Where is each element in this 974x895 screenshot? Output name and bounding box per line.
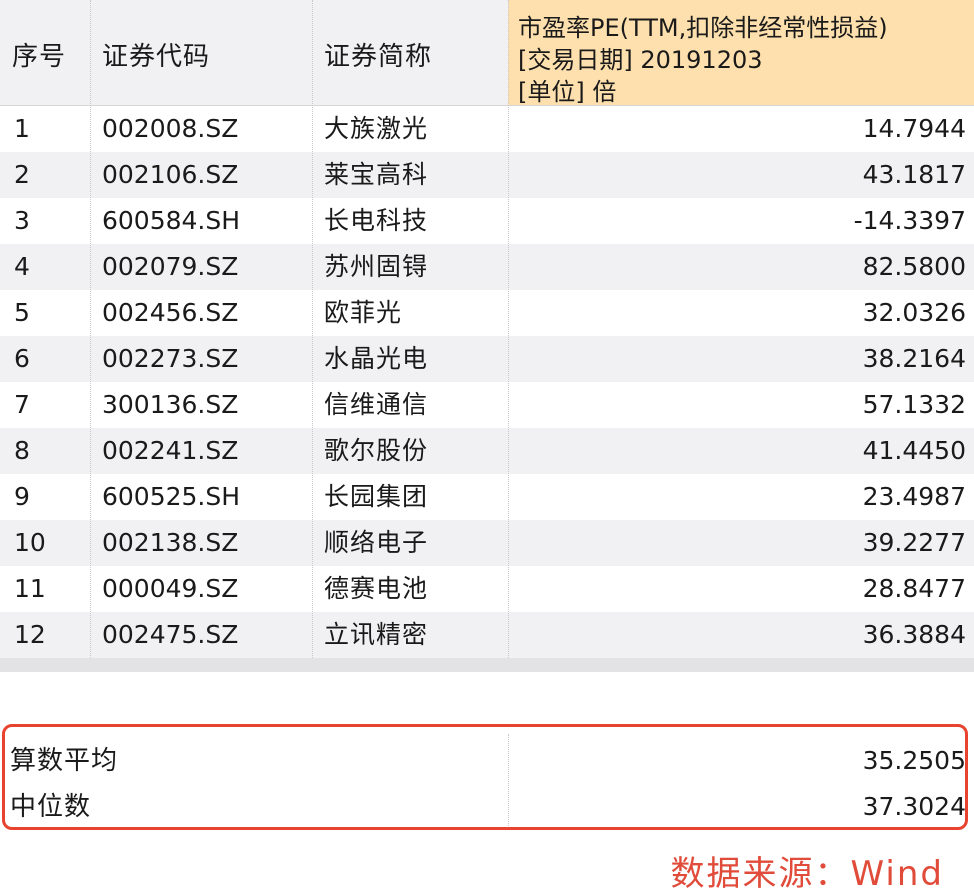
column-divider <box>508 0 509 658</box>
table-row[interactable]: 12 002475.SZ 立讯精密 36.3884 <box>0 612 974 658</box>
header-code[interactable]: 证券代码 <box>90 0 312 106</box>
table-row[interactable]: 1 002008.SZ 大族激光 14.7944 <box>0 106 974 152</box>
pe-value: 36.3884 <box>862 620 966 649</box>
row-number: 4 <box>14 252 30 281</box>
pe-value: 82.5800 <box>862 252 966 281</box>
table-row[interactable]: 9 600525.SH 长园集团 23.4987 <box>0 474 974 520</box>
pe-value: 43.1817 <box>862 160 966 189</box>
column-divider <box>312 0 313 658</box>
row-number: 11 <box>14 574 46 603</box>
table-row[interactable]: 10 002138.SZ 顺络电子 39.2277 <box>0 520 974 566</box>
security-code: 000049.SZ <box>102 574 239 603</box>
security-name: 长园集团 <box>324 482 429 511</box>
row-number: 10 <box>14 528 46 557</box>
security-code: 600525.SH <box>102 482 241 511</box>
security-name: 德赛电池 <box>324 574 429 603</box>
security-name: 信维通信 <box>324 390 429 419</box>
summary-highlight-box <box>2 724 968 830</box>
pe-value: 39.2277 <box>862 528 966 557</box>
table-row[interactable]: 4 002079.SZ 苏州固锝 82.5800 <box>0 244 974 290</box>
security-name: 苏州固锝 <box>324 252 429 281</box>
row-number: 2 <box>14 160 30 189</box>
table-row[interactable]: 8 002241.SZ 歌尔股份 41.4450 <box>0 428 974 474</box>
data-source-note: 数据来源：Wind <box>670 854 944 894</box>
security-code: 600584.SH <box>102 206 241 235</box>
pe-value: 23.4987 <box>862 482 966 511</box>
security-name: 大族激光 <box>324 114 429 143</box>
header-pe[interactable]: 市盈率PE(TTM,扣除非经常性损益) [交易日期] 20191203 [单位]… <box>508 0 974 106</box>
row-number: 7 <box>14 390 30 419</box>
row-number: 1 <box>14 114 30 143</box>
header-pe-date: [交易日期] 20191203 <box>518 46 763 74</box>
section-gap <box>0 658 974 672</box>
table-row[interactable]: 3 600584.SH 长电科技 -14.3397 <box>0 198 974 244</box>
security-code: 002138.SZ <box>102 528 239 557</box>
table-row[interactable]: 6 002273.SZ 水晶光电 38.2164 <box>0 336 974 382</box>
pe-value: 14.7944 <box>862 114 966 143</box>
security-name: 长电科技 <box>324 206 429 235</box>
security-code: 002008.SZ <box>102 114 239 143</box>
pe-value: 57.1332 <box>862 390 966 419</box>
row-number: 12 <box>14 620 46 649</box>
row-number: 8 <box>14 436 30 465</box>
security-code: 002241.SZ <box>102 436 239 465</box>
security-name: 莱宝高科 <box>324 160 429 189</box>
pe-value: -14.3397 <box>853 206 966 235</box>
pe-value: 41.4450 <box>862 436 966 465</box>
security-code: 002079.SZ <box>102 252 239 281</box>
security-code: 300136.SZ <box>102 390 239 419</box>
header-code-label: 证券代码 <box>102 42 211 72</box>
header-pe-unit: [单位] 倍 <box>518 78 617 106</box>
table-row[interactable]: 11 000049.SZ 德赛电池 28.8477 <box>0 566 974 612</box>
header-name[interactable]: 证券简称 <box>312 0 508 106</box>
security-name: 欧菲光 <box>324 298 403 327</box>
header-pe-title: 市盈率PE(TTM,扣除非经常性损益) <box>518 14 888 42</box>
pe-value: 28.8477 <box>862 574 966 603</box>
security-name: 立讯精密 <box>324 620 429 649</box>
header-no[interactable]: 序号 <box>0 0 90 106</box>
header-name-label: 证券简称 <box>324 42 433 72</box>
security-name: 歌尔股份 <box>324 436 429 465</box>
table-row[interactable]: 7 300136.SZ 信维通信 57.1332 <box>0 382 974 428</box>
row-number: 5 <box>14 298 30 327</box>
pe-value: 38.2164 <box>862 344 966 373</box>
security-code: 002456.SZ <box>102 298 239 327</box>
security-name: 顺络电子 <box>324 528 429 557</box>
pe-value: 32.0326 <box>862 298 966 327</box>
row-number: 6 <box>14 344 30 373</box>
header-no-label: 序号 <box>12 42 67 72</box>
row-number: 3 <box>14 206 30 235</box>
security-code: 002273.SZ <box>102 344 239 373</box>
security-name: 水晶光电 <box>324 344 429 373</box>
security-code: 002106.SZ <box>102 160 239 189</box>
row-number: 9 <box>14 482 30 511</box>
column-divider <box>90 0 91 658</box>
table-row[interactable]: 5 002456.SZ 欧菲光 32.0326 <box>0 290 974 336</box>
table-row[interactable]: 2 002106.SZ 莱宝高科 43.1817 <box>0 152 974 198</box>
security-code: 002475.SZ <box>102 620 239 649</box>
